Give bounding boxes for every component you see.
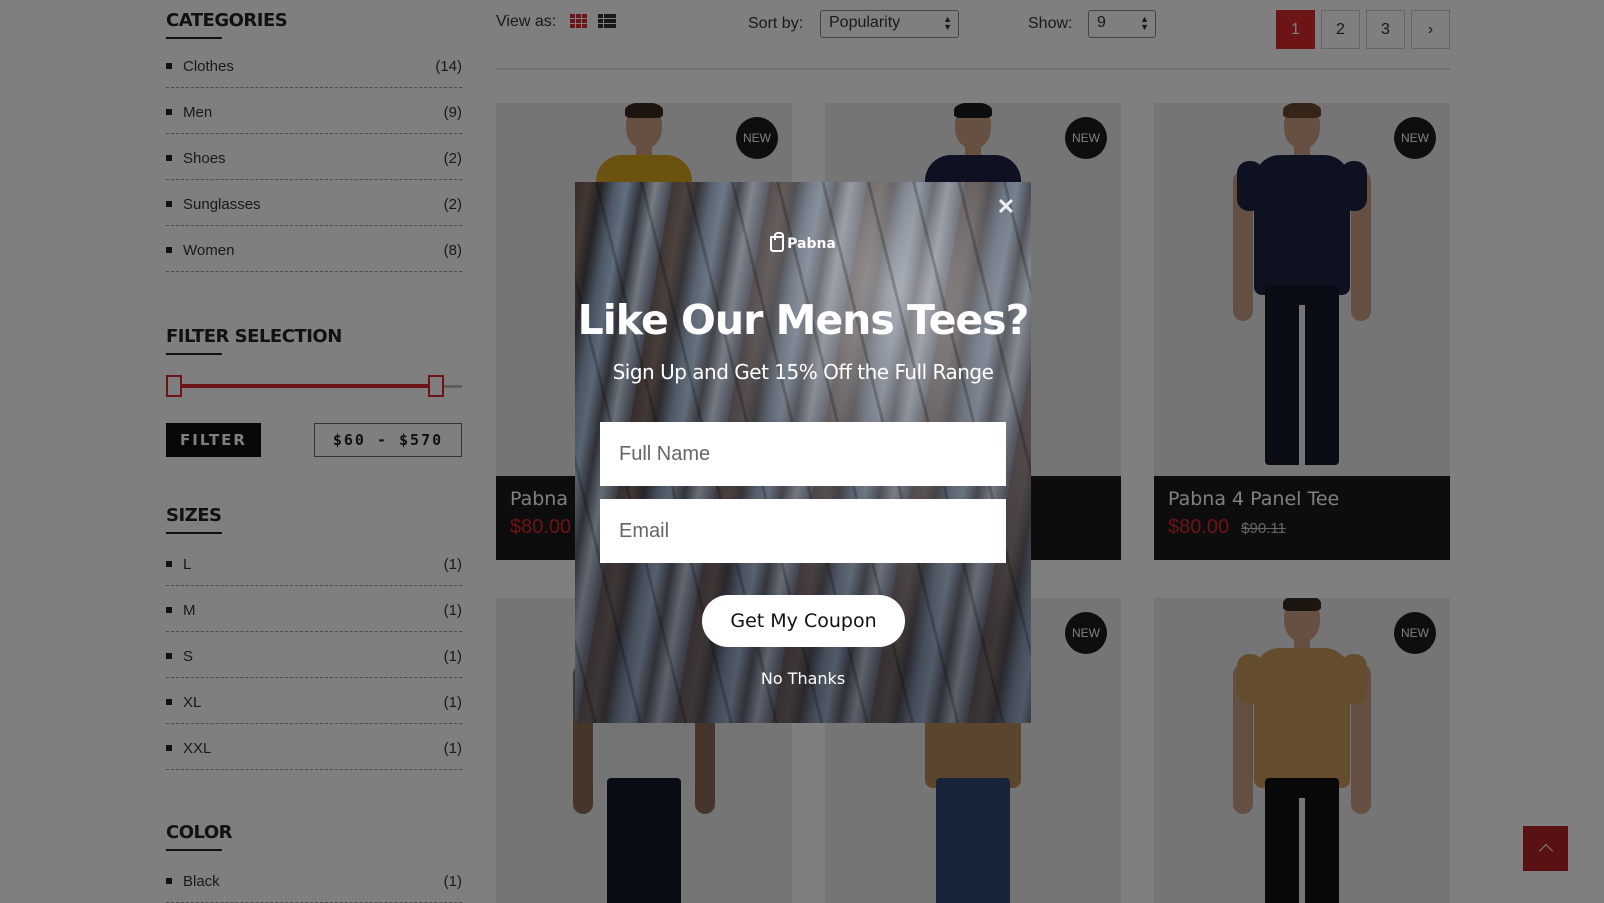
full-name-input[interactable]	[600, 422, 1006, 486]
popup-title: Like Our Mens Tees?	[577, 296, 1030, 344]
get-coupon-button[interactable]: Get My Coupon	[702, 595, 905, 647]
close-icon[interactable]: ✕	[993, 194, 1019, 220]
brand-logo: Pabna	[575, 232, 1031, 252]
popup-subtitle: Sign Up and Get 15% Off the Full Range	[612, 360, 994, 384]
brand-name: Pabna	[787, 236, 836, 252]
email-input[interactable]	[600, 499, 1006, 563]
shopping-bag-icon	[770, 232, 785, 252]
coupon-popup: ✕ Pabna Like Our Mens Tees? Sign Up and …	[575, 182, 1031, 723]
no-thanks-link[interactable]: No Thanks	[575, 669, 1031, 688]
